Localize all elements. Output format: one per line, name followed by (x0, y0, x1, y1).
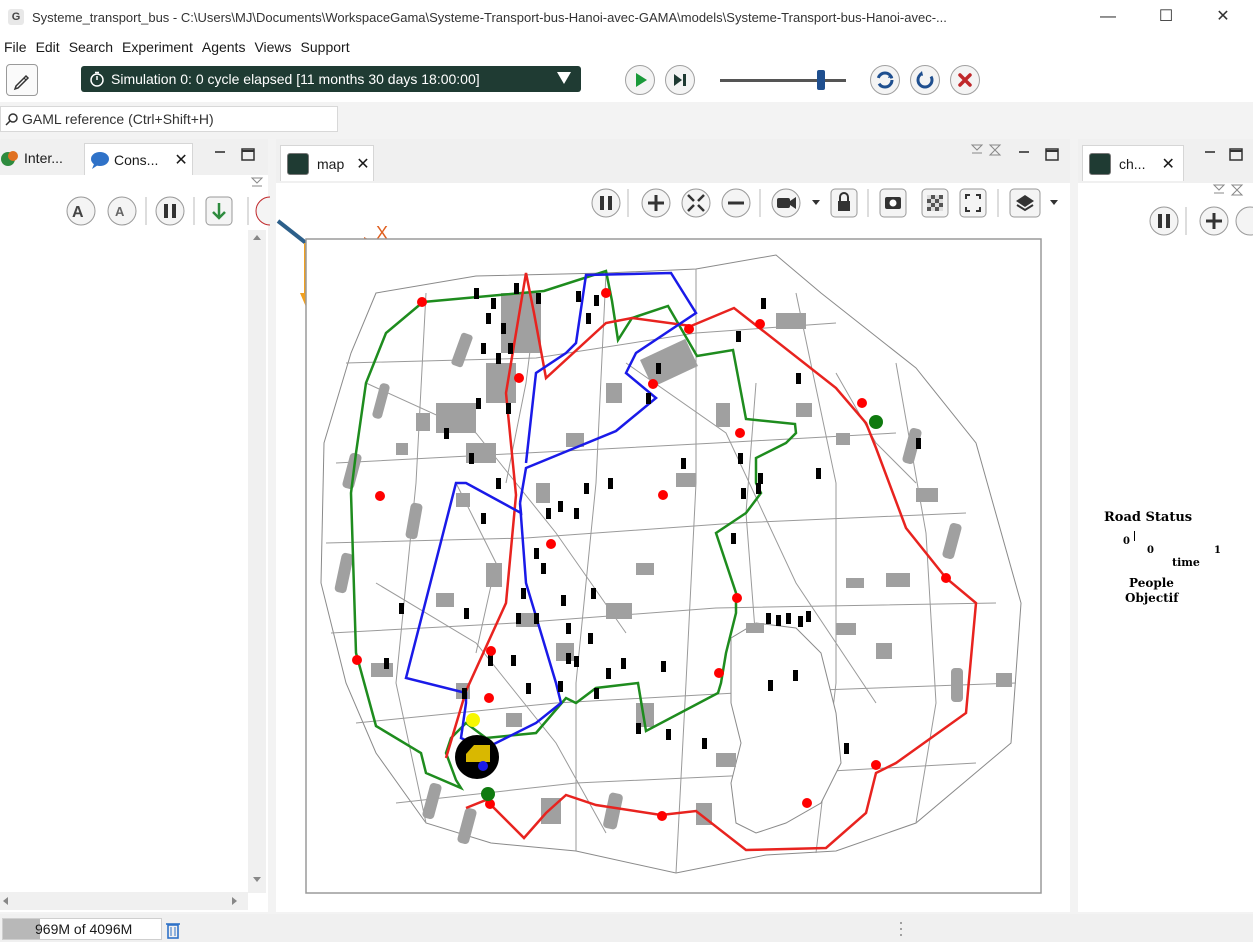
tab-console[interactable]: Cons... ✕ (84, 143, 193, 175)
console-view: A A (0, 175, 270, 912)
view-menu-icon[interactable] (970, 143, 1006, 157)
pause-chart-button[interactable] (1149, 206, 1179, 236)
minimize-view-icon[interactable] (212, 147, 228, 163)
chevron-down-icon (557, 72, 571, 84)
tab-interactive-console[interactable]: Inter... (0, 143, 63, 173)
menu-search[interactable]: Search (69, 39, 122, 55)
status-separator (900, 922, 902, 936)
close-tab-icon[interactable]: ✕ (174, 150, 187, 170)
tab-console-label: Cons... (114, 151, 159, 168)
simulation-map: X Y (276, 219, 1042, 894)
maximize-button[interactable]: ☐ (1136, 0, 1196, 34)
chart-zoom-in-button[interactable] (1199, 206, 1229, 236)
simulation-selector[interactable]: Simulation 0: 0 cycle elapsed [11 months… (81, 66, 581, 92)
memory-indicator[interactable]: 969M of 4096M (2, 918, 162, 940)
minimize-view-icon[interactable] (1202, 147, 1218, 163)
bus-agent (455, 735, 499, 779)
pencil-icon (13, 74, 30, 91)
step-button[interactable] (665, 65, 695, 95)
edit-model-button[interactable] (6, 64, 38, 96)
trash-icon[interactable] (164, 920, 182, 940)
chart-view-tabs: ch... ✕ (1078, 139, 1253, 183)
minimize-button[interactable]: — (1078, 0, 1138, 34)
maximize-view-icon[interactable] (1228, 147, 1244, 163)
menu-agents[interactable]: Agents (202, 39, 255, 55)
map-display[interactable]: X Y (276, 183, 1070, 912)
map-display-icon (287, 152, 309, 175)
svg-text:A: A (115, 204, 125, 219)
view-menu-icon[interactable] (1212, 183, 1248, 199)
chart-y-axis (1134, 531, 1135, 541)
bus-stop-green-south (481, 787, 495, 801)
menu-support[interactable]: Support (301, 39, 359, 55)
close-icon (958, 73, 972, 87)
left-panel-tabs: Inter... Cons... ✕ (0, 139, 268, 175)
tab-map-label: map (317, 155, 345, 172)
menu-experiment[interactable]: Experiment (122, 39, 202, 55)
bus-stop-yellow (466, 713, 480, 727)
map-view-tabs: map ✕ (276, 139, 1070, 183)
status-bar: 969M of 4096M (0, 914, 1253, 942)
chart-x-tick-start: 0 (1147, 545, 1154, 556)
menu-bar: File Edit Search Experiment Agents Views… (0, 34, 1253, 60)
maximize-view-icon[interactable] (1044, 147, 1060, 163)
view-menu-icon[interactable] (248, 175, 266, 189)
maximize-view-icon[interactable] (240, 147, 256, 163)
chart-y-tick: 0 (1123, 536, 1130, 547)
chart-display[interactable]: Road Status 0 0 1 time People Objectif (1078, 183, 1253, 912)
chart-title: Road Status (1104, 510, 1193, 525)
console-toolbar: A A (66, 196, 270, 226)
window-title: Systeme_transport_bus - C:\Users\MJ\Docu… (32, 9, 947, 25)
chart-toolbar (1149, 206, 1253, 236)
close-chart-tab-icon[interactable]: ✕ (1161, 154, 1174, 174)
scroll-up-icon (253, 235, 261, 240)
svg-text:A: A (72, 204, 84, 221)
stopwatch-icon (90, 71, 104, 87)
gama-app-icon: G (8, 9, 24, 25)
reload-button[interactable] (870, 65, 900, 95)
chart-legend-objectif: Objectif (1125, 591, 1179, 605)
search-icon (5, 113, 18, 126)
gaml-reference-search[interactable]: GAML reference (Ctrl+Shift+H) (0, 106, 338, 132)
console-vertical-scrollbar[interactable] (248, 230, 266, 893)
chart-legend-people: People (1129, 576, 1174, 590)
play-icon (636, 73, 647, 87)
scroll-down-icon (253, 877, 261, 882)
memory-usage-label: 969M of 4096M (35, 921, 133, 937)
speed-slider-track[interactable] (720, 79, 846, 82)
close-map-tab-icon[interactable]: ✕ (356, 154, 369, 174)
menu-file[interactable]: File (4, 39, 36, 55)
menu-views[interactable]: Views (254, 39, 300, 55)
tab-chart[interactable]: ch... ✕ (1082, 145, 1184, 181)
title-bar: G Systeme_transport_bus - C:\Users\MJ\Do… (0, 0, 1253, 34)
chart-zoom-fit-button[interactable] (1235, 206, 1253, 236)
speed-slider-thumb[interactable] (816, 70, 825, 90)
world-boundary (305, 238, 1042, 894)
interactive-console-icon (1, 151, 18, 166)
scroll-horizontal-arrows (3, 897, 237, 905)
console-chat-icon (91, 151, 109, 169)
close-experiment-button[interactable] (950, 65, 980, 95)
tab-chart-label: ch... (1119, 155, 1146, 172)
close-window-button[interactable]: ✕ (1193, 0, 1253, 34)
main-toolbar: Simulation 0: 0 cycle elapsed [11 months… (0, 60, 1253, 102)
simulation-status-label: Simulation 0: 0 cycle elapsed [11 months… (111, 71, 480, 87)
console-horizontal-scrollbar[interactable] (0, 892, 248, 910)
minimize-view-icon[interactable] (1016, 147, 1032, 163)
relaunch-button[interactable] (910, 65, 940, 95)
chart-x-label: time (1172, 556, 1200, 569)
tab-map[interactable]: map ✕ (280, 145, 374, 181)
run-button[interactable] (625, 65, 655, 95)
bus-stop-green-east (869, 415, 883, 429)
step-forward-icon (674, 74, 686, 86)
chart-x-tick-end: 1 (1214, 545, 1221, 556)
relaunch-icon (916, 71, 934, 89)
menu-edit[interactable]: Edit (36, 39, 69, 55)
chart-display-icon (1089, 152, 1111, 175)
tab-interactive-label: Inter... (24, 150, 63, 166)
reload-icon (876, 71, 894, 89)
gaml-search-placeholder: GAML reference (Ctrl+Shift+H) (22, 111, 214, 127)
